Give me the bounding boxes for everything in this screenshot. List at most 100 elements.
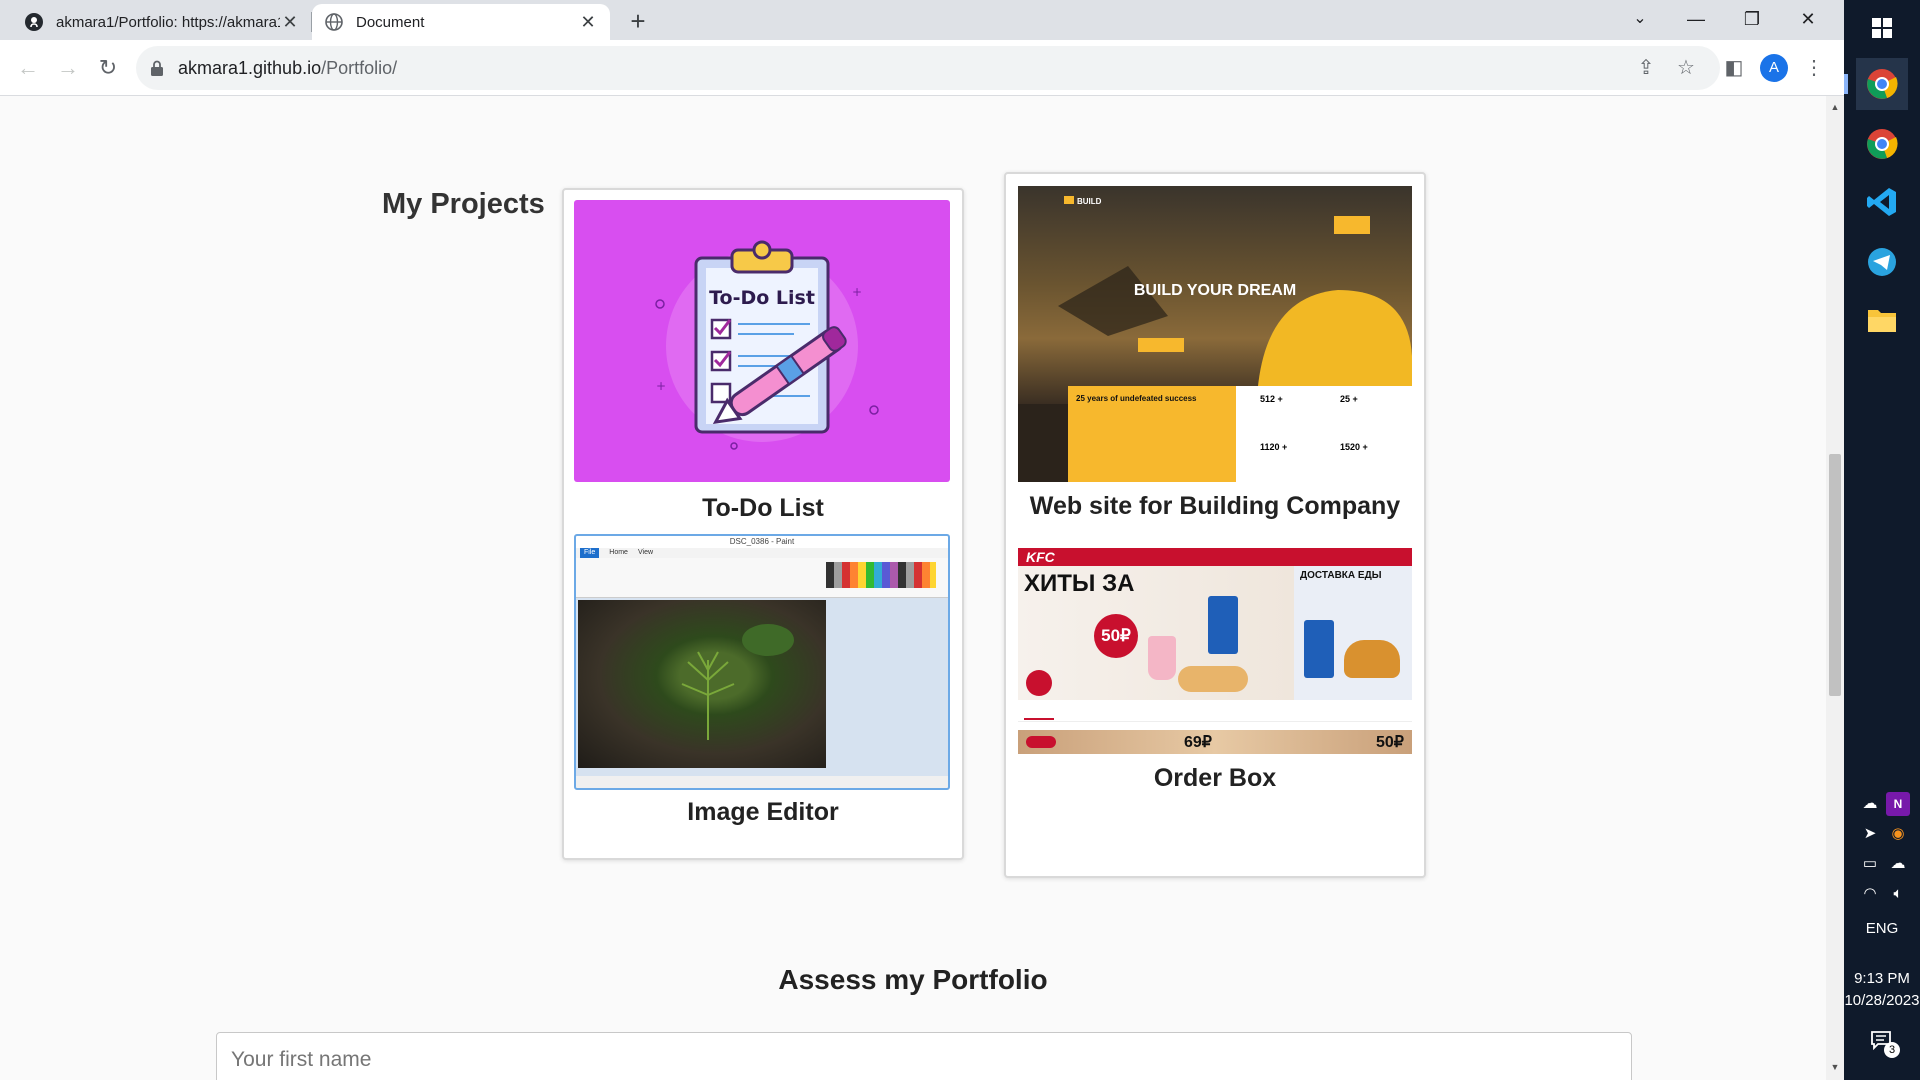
folder-icon xyxy=(1868,310,1896,332)
paint-canvas-area xyxy=(576,598,948,776)
battery-icon[interactable]: ▭ xyxy=(1858,852,1882,876)
cloud-sync-icon[interactable]: ☁ xyxy=(1886,852,1910,876)
windows-taskbar: ☁ N ➤ ◉ ▭ ☁ ◠ 🔈︎ ENG 9:13 PM 10/28/2023 … xyxy=(1844,0,1920,1080)
page-scrollbar[interactable]: ▲ ▼ xyxy=(1826,96,1844,1080)
clock-time: 9:13 PM xyxy=(1854,970,1910,987)
kfc-colonel-logo xyxy=(1026,670,1052,696)
paint-ribbon xyxy=(576,558,948,598)
volume-icon[interactable]: 🔈︎ xyxy=(1886,882,1910,906)
tab-strip: akmara1/Portfolio: https://akmara1.githu… xyxy=(0,0,1844,40)
paint-menu-home: Home xyxy=(609,549,628,556)
kfc-burger xyxy=(1344,640,1400,678)
tab-document[interactable]: Document ✕ xyxy=(312,4,610,40)
build-hero-button xyxy=(1138,338,1184,352)
url-text: akmara1.github.io/Portfolio/ xyxy=(178,58,397,79)
notification-center-button[interactable]: 3 xyxy=(1870,1030,1900,1058)
building-company-thumbnail[interactable]: BUILD BUILD YOUR DREAM 25 years of undef… xyxy=(1018,186,1412,482)
forward-button[interactable]: → xyxy=(50,50,86,86)
taskbar-telegram[interactable] xyxy=(1856,236,1908,288)
taskbar-chrome-profile-a[interactable] xyxy=(1856,58,1908,110)
tab-title: Document xyxy=(356,13,425,31)
kfc-sale-pill xyxy=(1026,736,1056,748)
projects-card-left: + + To-Do List To-Do List DSC_0386 - Pai… xyxy=(562,188,964,860)
paint-color-palette xyxy=(826,562,936,588)
scrollbar-thumb[interactable] xyxy=(1829,454,1841,696)
clock-date: 10/28/2023 xyxy=(1844,992,1920,1009)
scroll-down-arrow-icon[interactable]: ▼ xyxy=(1826,1062,1844,1072)
vscode-icon xyxy=(1867,188,1896,216)
start-button[interactable] xyxy=(1856,2,1908,54)
tab-search-icon[interactable]: ⌄ xyxy=(1612,0,1668,40)
menu-dots-icon[interactable]: ⋮ xyxy=(1798,52,1830,84)
svg-text:+: + xyxy=(852,285,862,299)
wifi-icon[interactable]: ◠ xyxy=(1858,882,1882,906)
profile-avatar[interactable]: A xyxy=(1760,54,1788,82)
project-title-order-box: Order Box xyxy=(1153,764,1277,792)
tray-app-icon[interactable]: ◉ xyxy=(1886,822,1910,846)
address-bar[interactable]: akmara1.github.io/Portfolio/ xyxy=(136,46,1720,90)
notification-count-badge: 3 xyxy=(1884,1042,1900,1058)
side-panel-icon[interactable]: ◧ xyxy=(1718,52,1750,84)
kfc-hero-banner: ХИТЫ ЗА 50₽ xyxy=(1018,566,1294,700)
build-stat: 512 + xyxy=(1260,394,1283,404)
system-clock[interactable]: 9:13 PM 10/28/2023 xyxy=(1844,968,1920,1012)
telegram-tray-icon[interactable]: ➤ xyxy=(1858,822,1882,846)
kfc-category-tabs xyxy=(1018,704,1412,722)
close-window-button[interactable]: ✕ xyxy=(1780,0,1836,40)
order-box-thumbnail[interactable]: KFC ХИТЫ ЗА 50₽ ДОСТАВКА ЕДЫ 69₽ 50₽ xyxy=(1018,540,1412,754)
onenote-icon[interactable]: N xyxy=(1886,792,1910,816)
new-tab-button[interactable]: + xyxy=(622,6,654,38)
kfc-headline: ХИТЫ ЗА xyxy=(1024,570,1135,597)
lock-icon xyxy=(151,60,163,76)
url-path: /Portfolio/ xyxy=(321,57,398,78)
build-stat: 25 + xyxy=(1340,394,1358,404)
todo-thumb-text: To-Do List xyxy=(709,287,815,309)
build-brand-logo: BUILD xyxy=(1064,196,1101,206)
first-name-input[interactable] xyxy=(216,1032,1632,1080)
page-viewport: My Projects + + To-Do List To-Do List DS… xyxy=(0,96,1826,1080)
kfc-milkshake xyxy=(1148,636,1176,680)
kfc-delivery-banner: ДОСТАВКА ЕДЫ xyxy=(1294,566,1412,700)
windows-start-icon xyxy=(1872,18,1892,38)
taskbar-file-explorer[interactable] xyxy=(1856,294,1908,346)
restore-button[interactable]: ❐ xyxy=(1724,0,1780,40)
paint-title-bar: DSC_0386 - Paint xyxy=(576,536,948,548)
paint-menu-file: File xyxy=(580,548,600,558)
github-icon xyxy=(25,13,43,31)
taskbar-chrome-profile-b[interactable] xyxy=(1856,118,1908,170)
scroll-up-arrow-icon[interactable]: ▲ xyxy=(1826,102,1844,112)
chrome-icon xyxy=(1867,69,1898,99)
sprout-graphic xyxy=(681,624,794,740)
image-editor-thumbnail[interactable]: DSC_0386 - Paint File Home View xyxy=(574,534,950,790)
globe-icon xyxy=(325,13,343,31)
back-button[interactable]: ← xyxy=(10,50,46,86)
project-title-todo: To-Do List xyxy=(702,494,824,522)
close-tab-icon[interactable]: ✕ xyxy=(280,12,300,33)
reload-button[interactable]: ↻ xyxy=(90,50,126,86)
bookmark-star-icon[interactable]: ☆ xyxy=(1670,52,1702,84)
build-success-box: 25 years of undefeated success xyxy=(1068,386,1236,482)
active-app-indicator xyxy=(1844,74,1848,94)
kfc-pepsi-cup xyxy=(1208,596,1238,654)
build-stat: 1120 + xyxy=(1260,442,1288,452)
projects-card-right: BUILD BUILD YOUR DREAM 25 years of undef… xyxy=(1004,172,1426,878)
share-icon[interactable]: ⇪ xyxy=(1630,52,1662,84)
build-stats: 512 + 25 + 1120 + 1520 + xyxy=(1236,386,1412,482)
onedrive-icon[interactable]: ☁ xyxy=(1858,792,1882,816)
todo-list-thumbnail[interactable]: + + To-Do List xyxy=(574,200,950,482)
build-cta-button xyxy=(1334,216,1370,234)
minimize-button[interactable]: — xyxy=(1668,0,1724,40)
kfc-nav-bar: KFC xyxy=(1018,548,1412,566)
projects-heading: My Projects xyxy=(382,188,545,220)
taskbar-vscode[interactable] xyxy=(1856,176,1908,228)
kfc-wrap xyxy=(1178,666,1248,692)
browser-toolbar: ← → ↻ akmara1.github.io/Portfolio/ ⇪ ☆ ◧… xyxy=(0,40,1844,96)
language-indicator[interactable]: ENG xyxy=(1844,920,1920,937)
build-stat: 1520 + xyxy=(1340,442,1368,452)
build-success-text: 25 years of undefeated success xyxy=(1076,394,1197,403)
url-host: akmara1.github.io xyxy=(178,57,322,78)
kfc-product-strip: 69₽ 50₽ xyxy=(1018,730,1412,754)
close-tab-icon[interactable]: ✕ xyxy=(578,12,598,33)
kfc-price-badge: 50₽ xyxy=(1094,614,1138,658)
tab-github-portfolio[interactable]: akmara1/Portfolio: https://akmara1.githu… xyxy=(12,4,312,40)
